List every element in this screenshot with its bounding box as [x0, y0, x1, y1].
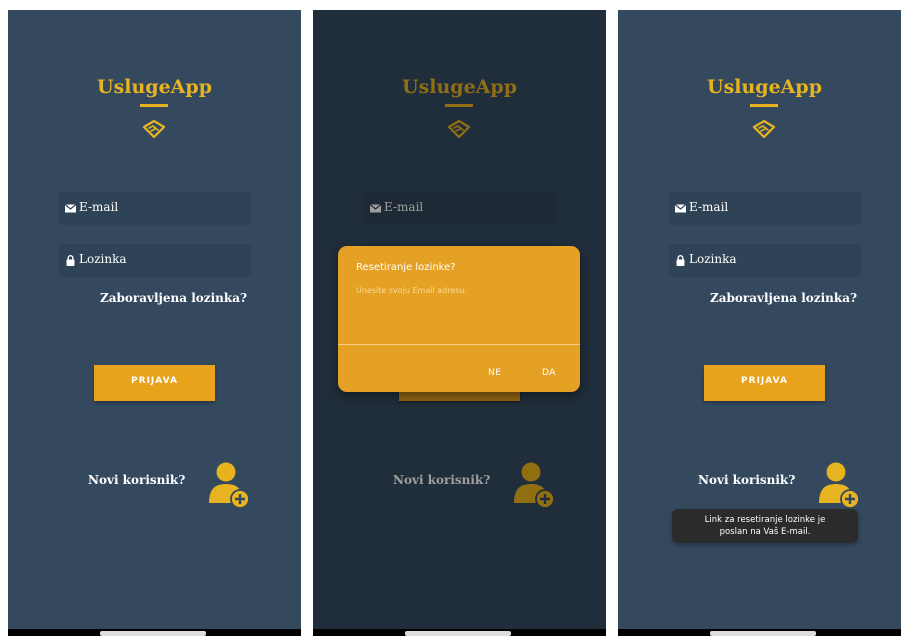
title-underline — [750, 104, 778, 107]
login-screen: UslugeApp E-mail Lozinka Zaboravljena lo… — [8, 10, 301, 636]
dialog-title: Resetiranje lozinke? — [356, 262, 456, 273]
system-nav-bar — [313, 629, 606, 636]
lock-icon — [66, 255, 75, 266]
system-nav-bar — [618, 629, 901, 636]
envelope-icon — [65, 204, 76, 213]
login-button[interactable]: PRIJAVA — [94, 365, 215, 401]
forgot-password-link[interactable]: Zaboravljena lozinka? — [100, 291, 247, 305]
email-placeholder: E-mail — [689, 200, 729, 214]
reset-dialog-screen: UslugeApp E-mail PRIJAVA Novi korisnik? … — [313, 10, 606, 636]
envelope-icon — [675, 204, 686, 213]
toast-message: Link za resetiranje lozinke je poslan na… — [704, 515, 826, 537]
reset-email-input[interactable]: Unesite svoju Email adresu. — [356, 286, 467, 295]
new-user-label: Novi korisnik? — [698, 473, 796, 487]
system-nav-bar — [8, 629, 301, 636]
login-button[interactable]: PRIJAVA — [704, 365, 825, 401]
toast-screen: UslugeApp E-mail Lozinka Zaboravljena lo… — [618, 10, 901, 636]
add-user-icon[interactable] — [818, 461, 862, 509]
new-user-label: Novi korisnik? — [88, 473, 186, 487]
home-indicator[interactable] — [405, 631, 511, 636]
dialog-no-button[interactable]: NE — [488, 368, 501, 378]
login-button-label: PRIJAVA — [741, 376, 788, 386]
lock-icon — [676, 255, 685, 266]
handshake-icon — [752, 119, 776, 139]
app-title: UslugeApp — [97, 76, 212, 98]
email-field[interactable]: E-mail — [669, 192, 861, 225]
home-indicator[interactable] — [710, 631, 816, 636]
login-button-label: PRIJAVA — [131, 376, 178, 386]
reset-password-dialog: Resetiranje lozinke? Unesite svoju Email… — [338, 246, 580, 392]
reset-link-toast: Link za resetiranje lozinke je poslan na… — [672, 509, 858, 543]
password-field[interactable]: Lozinka — [669, 244, 861, 277]
forgot-password-link[interactable]: Zaboravljena lozinka? — [710, 291, 857, 305]
app-title: UslugeApp — [707, 76, 822, 98]
password-placeholder: Lozinka — [79, 252, 127, 266]
home-indicator[interactable] — [100, 631, 206, 636]
title-underline — [140, 104, 168, 107]
handshake-icon — [142, 119, 166, 139]
email-placeholder: E-mail — [79, 200, 119, 214]
dialog-yes-button[interactable]: DA — [542, 368, 556, 378]
password-placeholder: Lozinka — [689, 252, 737, 266]
password-field[interactable]: Lozinka — [59, 244, 251, 277]
input-underline — [338, 344, 580, 345]
add-user-icon[interactable] — [208, 461, 252, 509]
email-field[interactable]: E-mail — [59, 192, 251, 225]
